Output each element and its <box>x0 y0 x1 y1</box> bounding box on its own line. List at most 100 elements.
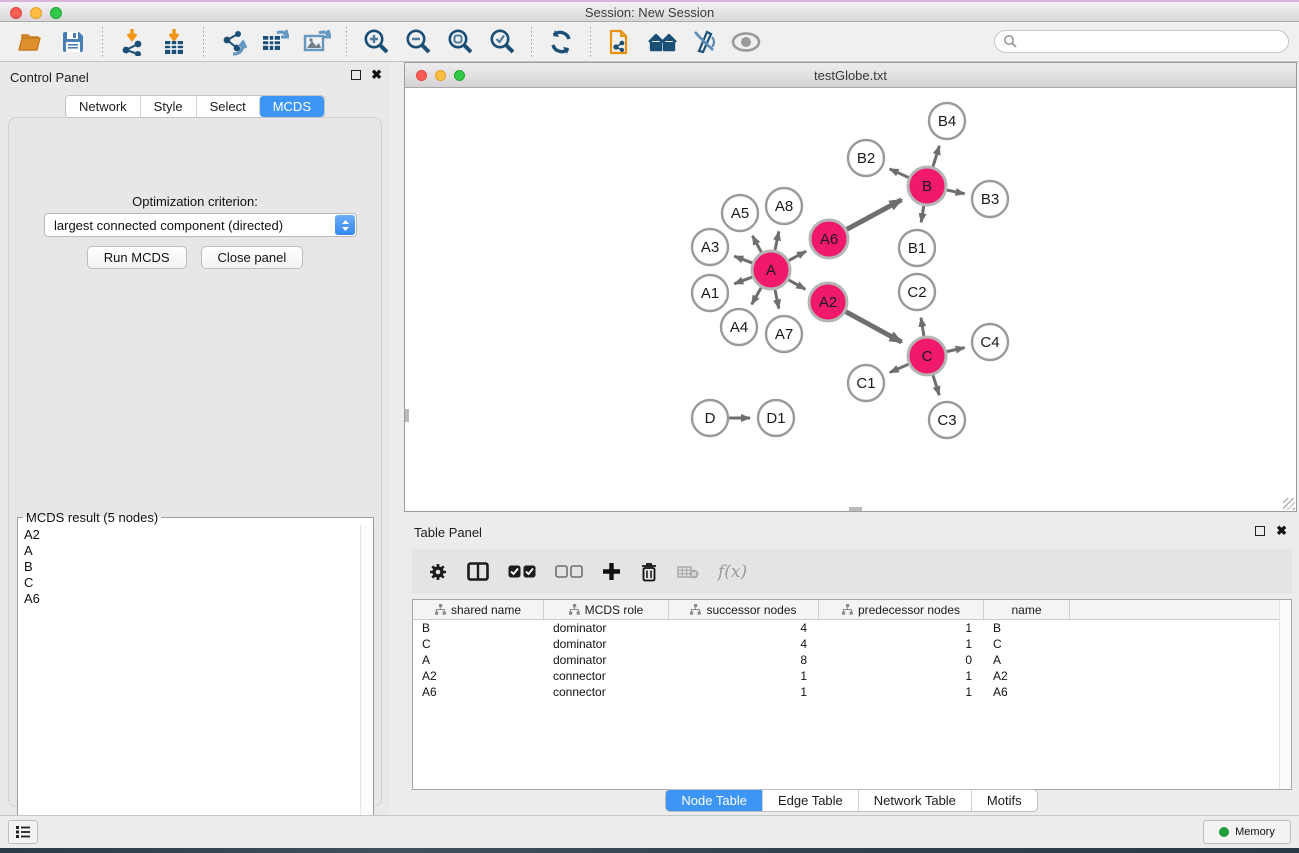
cell-name[interactable]: A <box>984 652 1070 668</box>
result-item[interactable]: A <box>24 543 373 559</box>
cell-name[interactable]: A6 <box>984 684 1070 700</box>
tab-edge-table[interactable]: Edge Table <box>762 790 858 811</box>
tab-select[interactable]: Select <box>196 96 259 117</box>
import-table-icon[interactable] <box>159 27 189 57</box>
add-column-icon[interactable] <box>602 562 621 581</box>
edge-A-A5[interactable] <box>752 236 762 253</box>
select-all-checkboxes-icon[interactable] <box>508 565 536 578</box>
cell-MCDS-role[interactable]: dominator <box>544 652 669 668</box>
edge-C-C2[interactable] <box>921 318 924 338</box>
resize-handle-icon[interactable] <box>1283 498 1295 510</box>
delete-table-icon[interactable] <box>677 565 699 579</box>
cell-shared-name[interactable]: A2 <box>413 668 544 684</box>
cell-MCDS-role[interactable]: connector <box>544 668 669 684</box>
float-panel-icon[interactable] <box>351 70 361 80</box>
zoom-in-icon[interactable] <box>361 27 391 57</box>
cell-MCDS-role[interactable]: dominator <box>544 620 669 636</box>
canvas-vscroll-thumb[interactable] <box>405 409 409 422</box>
cell-name[interactable]: A2 <box>984 668 1070 684</box>
edge-B-B4[interactable] <box>933 146 940 168</box>
tab-mcds[interactable]: MCDS <box>259 96 324 117</box>
node-A2[interactable]: A2 <box>809 283 847 321</box>
zoom-fit-icon[interactable] <box>445 27 475 57</box>
cell-successor-nodes[interactable]: 4 <box>669 620 819 636</box>
node-B2[interactable]: B2 <box>848 140 884 176</box>
edge-A6-B[interactable] <box>846 200 902 230</box>
cell-name[interactable]: B <box>984 620 1070 636</box>
cell-successor-nodes[interactable]: 8 <box>669 652 819 668</box>
cell-successor-nodes[interactable]: 4 <box>669 636 819 652</box>
close-panel-icon[interactable]: ✖ <box>371 70 382 80</box>
node-B[interactable]: B <box>908 167 946 205</box>
table-options-gear-icon[interactable] <box>428 562 448 582</box>
cell-predecessor-nodes[interactable]: 1 <box>819 620 984 636</box>
node-B3[interactable]: B3 <box>972 181 1008 217</box>
export-network-icon[interactable] <box>218 27 248 57</box>
cell-MCDS-role[interactable]: dominator <box>544 636 669 652</box>
task-history-button[interactable] <box>8 820 38 844</box>
cell-shared-name[interactable]: C <box>413 636 544 652</box>
result-item[interactable]: A6 <box>24 591 373 607</box>
network-graph[interactable]: AA1A2A3A4A5A6A7A8BB1B2B3B4CC1C2C3C4DD1 <box>405 88 1296 511</box>
show-hide-icon[interactable] <box>731 27 761 57</box>
show-columns-icon[interactable] <box>467 562 489 581</box>
edge-C-C1[interactable] <box>890 364 910 373</box>
table-row[interactable]: Adominator80A <box>413 652 1291 668</box>
node-D[interactable]: D <box>692 400 728 436</box>
cell-predecessor-nodes[interactable]: 1 <box>819 668 984 684</box>
open-session-icon[interactable] <box>16 27 46 57</box>
cell-name[interactable]: C <box>984 636 1070 652</box>
node-A[interactable]: A <box>752 251 790 289</box>
tab-style[interactable]: Style <box>140 96 196 117</box>
cell-predecessor-nodes[interactable]: 0 <box>819 652 984 668</box>
cell-shared-name[interactable]: B <box>413 620 544 636</box>
node-C4[interactable]: C4 <box>972 324 1008 360</box>
column-header-name[interactable]: name <box>984 600 1070 619</box>
result-item[interactable]: C <box>24 575 373 591</box>
node-A6[interactable]: A6 <box>810 220 848 258</box>
cell-successor-nodes[interactable]: 1 <box>669 668 819 684</box>
node-A3[interactable]: A3 <box>692 229 728 265</box>
mcds-result-list[interactable]: A2ABCA6 <box>22 527 373 607</box>
node-A5[interactable]: A5 <box>722 195 758 231</box>
cell-predecessor-nodes[interactable]: 1 <box>819 636 984 652</box>
cell-shared-name[interactable]: A <box>413 652 544 668</box>
edge-B-B1[interactable] <box>921 205 924 223</box>
run-mcds-button[interactable]: Run MCDS <box>87 246 187 269</box>
edge-A-A3[interactable] <box>734 256 753 263</box>
network-canvas[interactable]: AA1A2A3A4A5A6A7A8BB1B2B3B4CC1C2C3C4DD1 <box>405 88 1296 511</box>
refresh-icon[interactable] <box>546 27 576 57</box>
canvas-hscroll-thumb[interactable] <box>849 507 862 511</box>
close-panel-button[interactable]: Close panel <box>201 246 304 269</box>
result-item[interactable]: B <box>24 559 373 575</box>
table-scrollbar[interactable] <box>1279 600 1291 789</box>
table-row[interactable]: Cdominator41C <box>413 636 1291 652</box>
node-D1[interactable]: D1 <box>758 400 794 436</box>
table-row[interactable]: A6connector11A6 <box>413 684 1291 700</box>
edge-C-C3[interactable] <box>933 374 940 395</box>
result-item[interactable]: A2 <box>24 527 373 543</box>
import-network-icon[interactable] <box>117 27 147 57</box>
node-C2[interactable]: C2 <box>899 274 935 310</box>
edge-A2-C[interactable] <box>845 311 902 342</box>
node-A8[interactable]: A8 <box>766 188 802 224</box>
new-network-from-selection-icon[interactable] <box>605 27 635 57</box>
node-C3[interactable]: C3 <box>929 402 965 438</box>
node-C[interactable]: C <box>908 337 946 375</box>
export-image-icon[interactable] <box>302 27 332 57</box>
memory-button[interactable]: Memory <box>1203 820 1291 844</box>
float-table-panel-icon[interactable] <box>1255 526 1265 536</box>
deselect-all-checkboxes-icon[interactable] <box>555 565 583 578</box>
node-table[interactable]: shared nameMCDS rolesuccessor nodesprede… <box>412 599 1292 790</box>
tab-network[interactable]: Network <box>66 96 140 117</box>
zoom-out-icon[interactable] <box>403 27 433 57</box>
node-A1[interactable]: A1 <box>692 275 728 311</box>
cell-shared-name[interactable]: A6 <box>413 684 544 700</box>
tab-node-table[interactable]: Node Table <box>666 790 762 811</box>
result-scrollbar[interactable] <box>360 525 373 849</box>
table-row[interactable]: Bdominator41B <box>413 620 1291 636</box>
save-session-icon[interactable] <box>58 27 88 57</box>
criterion-dropdown[interactable]: largest connected component (directed) <box>44 213 357 237</box>
node-C1[interactable]: C1 <box>848 365 884 401</box>
column-header-successor-nodes[interactable]: successor nodes <box>669 600 819 619</box>
